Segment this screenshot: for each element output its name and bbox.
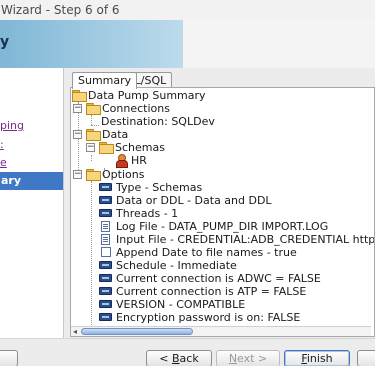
tree-node-label: Data (102, 128, 129, 141)
option-text: Current connection is ADWC = FALSE (116, 272, 321, 285)
nav-step-label[interactable]: e (0, 156, 7, 169)
parameter-icon (99, 300, 112, 308)
option-text: Current connection is ATP = FALSE (116, 285, 307, 298)
document-icon (101, 234, 110, 245)
parameter-icon (99, 209, 112, 217)
nav-step-link[interactable]: e (0, 156, 7, 169)
folder-open-icon (86, 129, 101, 141)
horizontal-scrollbar[interactable]: ◂ (71, 326, 371, 336)
parameter-icon (99, 274, 112, 282)
next-button[interactable]: Next > (216, 350, 280, 366)
folder-open-icon (86, 103, 101, 115)
collapse-icon[interactable]: − (73, 130, 82, 139)
next-button-rest: ext > (237, 352, 268, 365)
nav-step-link[interactable]: : (0, 138, 4, 151)
nav-step-label[interactable]: ping (0, 119, 24, 132)
tab-summary[interactable]: Summary (72, 72, 138, 89)
tree-node-label: Schemas (115, 141, 165, 154)
tree-node-label: Options (102, 168, 145, 181)
scrollbar-thumb[interactable] (81, 328, 193, 335)
folder-open-icon (72, 90, 87, 102)
option-text: Append Date to file names - true (116, 246, 297, 259)
scroll-left-icon[interactable]: ◂ (71, 328, 79, 336)
checkbox-icon (101, 247, 111, 257)
parameter-icon (99, 287, 112, 295)
parameter-icon (99, 313, 112, 321)
collapse-icon[interactable]: − (73, 104, 82, 113)
wizard-button-bar: < Back Next > Finish (0, 338, 375, 366)
collapse-icon[interactable]: − (86, 143, 95, 152)
summary-tree: Data Pump Summary − Connections Destinat… (70, 87, 375, 337)
parameter-icon (99, 261, 112, 269)
finish-button-rest: inish (306, 352, 333, 365)
folder-open-icon (99, 142, 114, 154)
tree-leaf-destination[interactable]: Destination: SQLDev (101, 115, 215, 128)
option-text: Input File - CREDENTIAL:ADB_CREDENTIAL h… (116, 233, 375, 246)
parameter-icon (99, 183, 112, 191)
wizard-step-nav: ping : e ary (0, 68, 64, 338)
back-button-rest: ack (179, 352, 199, 365)
option-text: VERSION - COMPATIBLE (116, 298, 246, 311)
option-text: Threads - 1 (116, 207, 179, 220)
nav-step-link[interactable]: ping (0, 119, 24, 132)
folder-open-icon (86, 169, 101, 181)
back-button-prefix: < (159, 352, 172, 365)
collapse-icon[interactable]: − (73, 170, 82, 179)
tree-root-label: Data Pump Summary (88, 89, 206, 102)
option-text: Encryption password is on: FALSE (116, 311, 301, 324)
tree-node-label: Connections (102, 102, 170, 115)
option-text: Data or DDL - Data and DDL (116, 194, 272, 207)
back-button[interactable]: < Back (146, 350, 212, 366)
nav-step-label[interactable]: : (0, 138, 4, 151)
user-icon (115, 154, 128, 168)
window-title: Wizard - Step 6 of 6 (0, 0, 375, 20)
option-text: Type - Schemas (116, 181, 203, 194)
nav-step-summary[interactable]: ary (0, 172, 63, 190)
banner-panel (183, 20, 375, 68)
tree-leaf-label: HR (131, 154, 147, 167)
option-text: Schedule - Immediate (116, 259, 237, 272)
help-button[interactable] (0, 350, 18, 366)
document-icon (101, 221, 110, 232)
cancel-button[interactable] (357, 350, 375, 366)
next-button-mnemonic: N (228, 352, 238, 365)
wizard-banner: y (0, 20, 375, 68)
step-title: y (0, 34, 10, 50)
back-button-mnemonic: B (172, 352, 180, 365)
finish-button[interactable]: Finish (284, 350, 350, 366)
parameter-icon (99, 196, 112, 204)
option-text: Log File - DATA_PUMP_DIR IMPORT.LOG (116, 220, 329, 233)
summary-panel: Summary PL/SQL Data Pump Summary − Conne… (67, 68, 375, 338)
